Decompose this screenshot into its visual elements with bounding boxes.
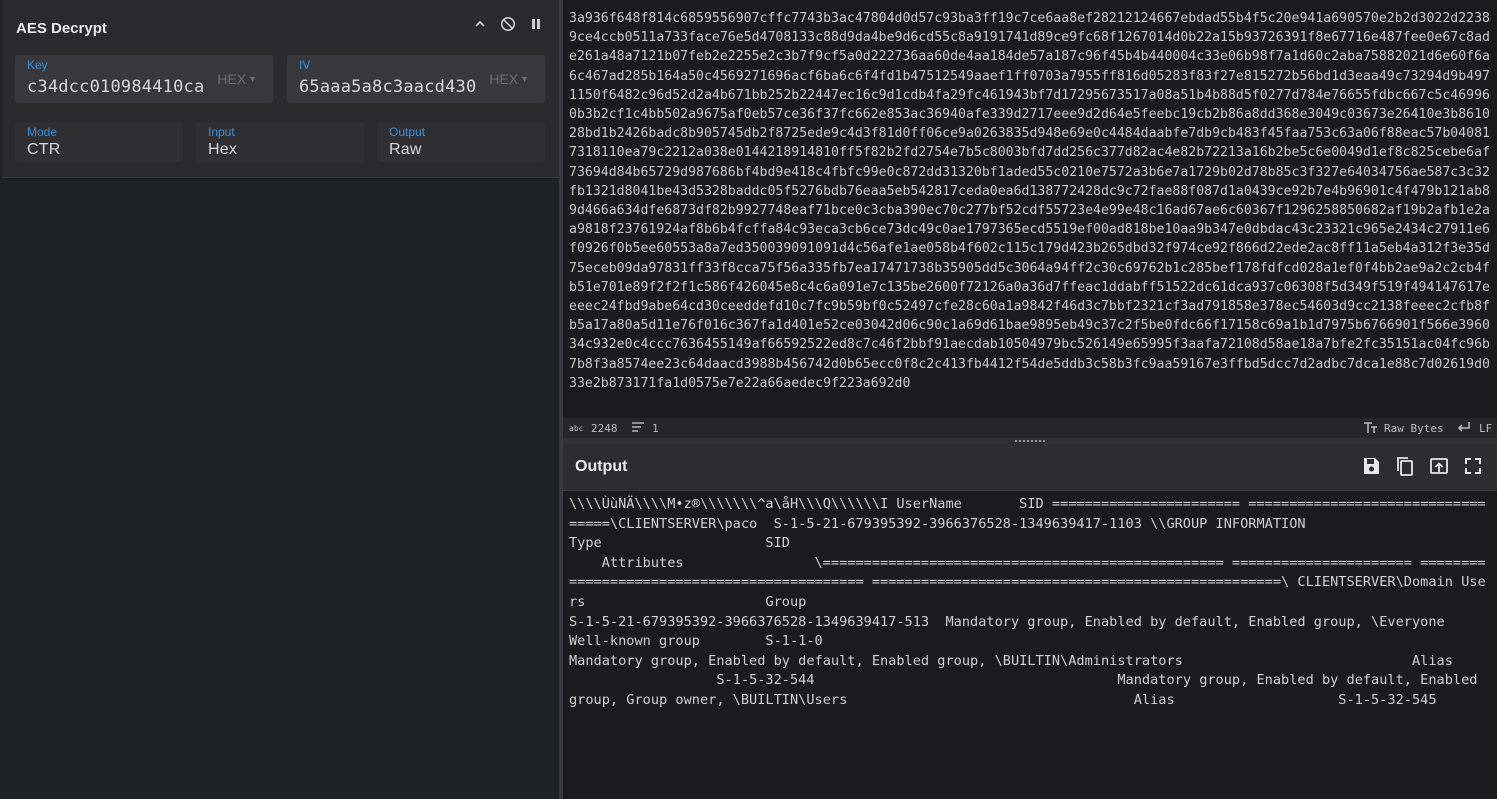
- input-length: 2248: [591, 422, 618, 435]
- collapse-icon[interactable]: [471, 16, 489, 38]
- iv-input[interactable]: 65aaa5a8c3aacd430: [299, 77, 476, 97]
- mode-field[interactable]: Mode CTR: [15, 122, 183, 162]
- input-status-bar: abc 2248 1 Raw Bytes LF: [563, 418, 1497, 438]
- key-input[interactable]: c34dcc010984410ca: [27, 77, 204, 97]
- key-encoding-dropdown[interactable]: HEX ▼: [217, 71, 257, 87]
- input-format-field[interactable]: Input Hex: [196, 122, 364, 162]
- copy-icon[interactable]: [1395, 456, 1415, 476]
- iv-label: IV: [299, 58, 311, 72]
- aes-decrypt-operation: AES Decrypt Key c34dcc010984410ca HEX ▼ I…: [2, 0, 559, 178]
- lines-icon: [632, 422, 644, 435]
- iv-field[interactable]: IV 65aaa5a8c3aacd430 HEX ▼: [287, 55, 545, 103]
- eol-label[interactable]: LF: [1479, 422, 1492, 435]
- length-icon: abc: [569, 424, 584, 433]
- key-label: Key: [27, 58, 48, 72]
- recipe-panel: AES Decrypt Key c34dcc010984410ca HEX ▼ I…: [0, 0, 559, 799]
- input-format-label[interactable]: Raw Bytes: [1384, 422, 1444, 435]
- output-format-field[interactable]: Output Raw: [377, 122, 545, 162]
- operation-controls: [471, 16, 545, 38]
- output-header: Output: [563, 444, 1497, 491]
- mode-label: Mode: [27, 125, 58, 139]
- key-field[interactable]: Key c34dcc010984410ca HEX ▼: [15, 55, 273, 103]
- eol-icon[interactable]: [1457, 422, 1471, 436]
- output-text[interactable]: \\\\ÙùNÄ\\\\M•z®\\\\\\\^a\åH\\\Q\\\\\\I …: [569, 495, 1487, 711]
- mode-select[interactable]: CTR: [27, 141, 60, 159]
- input-textarea[interactable]: 3a936f648f814c6859556907cffc7743b3ac4780…: [569, 9, 1493, 393]
- output-toolbar: [1361, 456, 1483, 476]
- output-title: Output: [575, 458, 628, 475]
- iv-encoding-dropdown[interactable]: HEX ▼: [489, 71, 529, 87]
- iv-encoding: HEX: [489, 71, 519, 87]
- fullscreen-icon[interactable]: [1463, 456, 1483, 476]
- key-encoding: HEX: [217, 71, 247, 87]
- input-format-select[interactable]: Hex: [208, 141, 237, 159]
- input-lines: 1: [652, 422, 659, 435]
- save-icon[interactable]: [1361, 456, 1381, 476]
- input-format-label: Input: [208, 125, 235, 139]
- disable-icon[interactable]: [499, 16, 517, 38]
- replace-input-icon[interactable]: [1429, 456, 1449, 476]
- operation-title: AES Decrypt: [16, 20, 107, 37]
- output-format-label: Output: [389, 125, 426, 139]
- text-format-icon[interactable]: [1364, 422, 1378, 436]
- caret-down-icon: ▼: [520, 74, 529, 84]
- output-pane[interactable]: \\\\ÙùNÄ\\\\M•z®\\\\\\\^a\åH\\\Q\\\\\\I …: [563, 491, 1497, 799]
- input-pane[interactable]: 3a936f648f814c6859556907cffc7743b3ac4780…: [563, 0, 1497, 418]
- output-format-select[interactable]: Raw: [389, 141, 422, 159]
- pause-icon[interactable]: [527, 16, 545, 38]
- caret-down-icon: ▼: [248, 74, 257, 84]
